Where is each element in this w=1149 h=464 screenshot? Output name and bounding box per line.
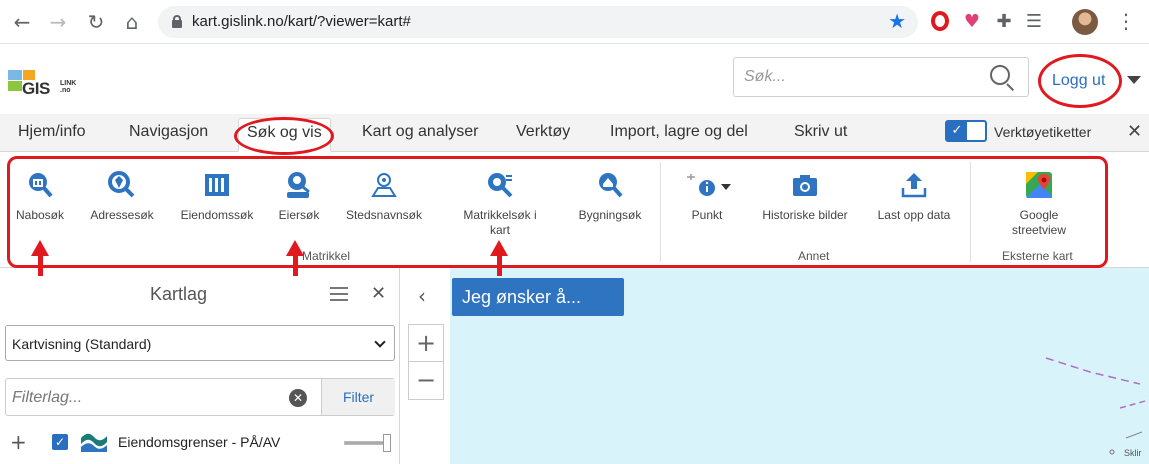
- close-ribbon-icon[interactable]: ✕: [1127, 121, 1142, 142]
- shield-extension-icon[interactable]: ♥: [960, 9, 984, 33]
- map-view-select[interactable]: Kartvisning (Standard): [5, 325, 395, 361]
- search-icon[interactable]: [990, 65, 1016, 92]
- tab-skriv-ut[interactable]: Skriv ut: [794, 123, 847, 141]
- tab-navigasjon[interactable]: Navigasjon: [129, 123, 208, 141]
- zoom-control: + −: [408, 324, 444, 400]
- opera-extension-icon[interactable]: [928, 9, 952, 33]
- layers-panel: Kartlag ✕ Kartvisning (Standard) ✕ Filte…: [0, 268, 400, 464]
- search-box: [733, 57, 1029, 97]
- filter-button[interactable]: Filter: [321, 379, 395, 415]
- reading-list-icon[interactable]: ☰: [1022, 9, 1046, 33]
- annotation-arrow-nabosok: [31, 240, 50, 278]
- expand-icon[interactable]: +: [10, 430, 27, 454]
- annotation-arrow-matrikkelsok: [490, 240, 509, 278]
- annotation-circle-logout: [1038, 54, 1122, 108]
- url-text[interactable]: kart.gislink.no/kart/?viewer=kart#: [192, 13, 411, 30]
- i-want-to-button[interactable]: Jeg ønsker å...: [452, 278, 624, 316]
- map-place-label: Sklir: [1124, 448, 1142, 458]
- forward-icon[interactable]: →: [44, 8, 72, 36]
- tab-import-lagre-og-del[interactable]: Import, lagre og del: [610, 123, 748, 141]
- zoom-out-button[interactable]: −: [409, 362, 443, 399]
- address-bar[interactable]: kart.gislink.no/kart/?viewer=kart# ★: [158, 6, 918, 38]
- tab-kart-og-analyser[interactable]: Kart og analyser: [362, 123, 479, 141]
- clear-icon[interactable]: ✕: [289, 389, 307, 407]
- filter-input[interactable]: [12, 388, 282, 408]
- layer-filter: ✕ Filter: [5, 378, 395, 416]
- reload-icon[interactable]: ↻: [82, 8, 110, 36]
- layer-wave-icon: [80, 428, 108, 454]
- extensions-puzzle-icon[interactable]: ✚: [992, 9, 1016, 33]
- search-input[interactable]: [744, 66, 974, 88]
- profile-avatar[interactable]: [1072, 9, 1098, 35]
- layer-checkbox[interactable]: ✓: [52, 434, 68, 450]
- close-icon[interactable]: ✕: [371, 283, 386, 304]
- lock-icon[interactable]: [172, 15, 182, 28]
- home-icon[interactable]: ⌂: [118, 8, 146, 36]
- browser-toolbar: ← → ↻ ⌂ kart.gislink.no/kart/?viewer=kar…: [0, 0, 1149, 44]
- chevron-down-icon[interactable]: [1127, 76, 1141, 84]
- tab-hjem-info[interactable]: Hjem/info: [18, 123, 86, 141]
- logo-subtext: LINK .no: [60, 80, 77, 94]
- collapse-panel-icon[interactable]: ‹: [418, 284, 426, 308]
- tool-labels-label: Verktøyetiketter: [994, 124, 1092, 140]
- browser-menu-icon[interactable]: ⋮: [1116, 9, 1136, 33]
- tool-labels-toggle[interactable]: ✓: [945, 120, 987, 142]
- panel-title: Kartlag: [150, 284, 208, 304]
- annotation-rectangle-ribbon: [7, 156, 1108, 268]
- tab-verktoy[interactable]: Verktøy: [516, 123, 570, 141]
- annotation-circle-tab: [234, 117, 334, 155]
- zoom-in-button[interactable]: +: [409, 325, 443, 362]
- layer-name: Eiendomsgrenser - PÅ/AV: [118, 434, 281, 450]
- logo-text: GIS: [22, 79, 50, 98]
- app-header: GIS LINK .no Logg ut: [0, 44, 1149, 114]
- ribbon-tabs: Hjem/info Navigasjon Søk og vis Kart og …: [0, 114, 1149, 152]
- menu-icon[interactable]: [330, 287, 348, 305]
- map-view-select-value: Kartvisning (Standard): [12, 336, 152, 352]
- opacity-slider[interactable]: [344, 434, 391, 452]
- bookmark-star-icon[interactable]: ★: [888, 9, 906, 33]
- annotation-arrow-eiersok: [286, 240, 305, 278]
- gislink-logo[interactable]: GIS LINK .no: [8, 68, 88, 104]
- back-icon[interactable]: ←: [8, 8, 36, 36]
- opacity-slider-thumb[interactable]: [383, 434, 391, 452]
- toggle-check-icon: ✓: [947, 122, 967, 140]
- chevron-down-icon: [374, 336, 386, 348]
- layer-item: + ✓ Eiendomsgrenser - PÅ/AV: [0, 426, 400, 462]
